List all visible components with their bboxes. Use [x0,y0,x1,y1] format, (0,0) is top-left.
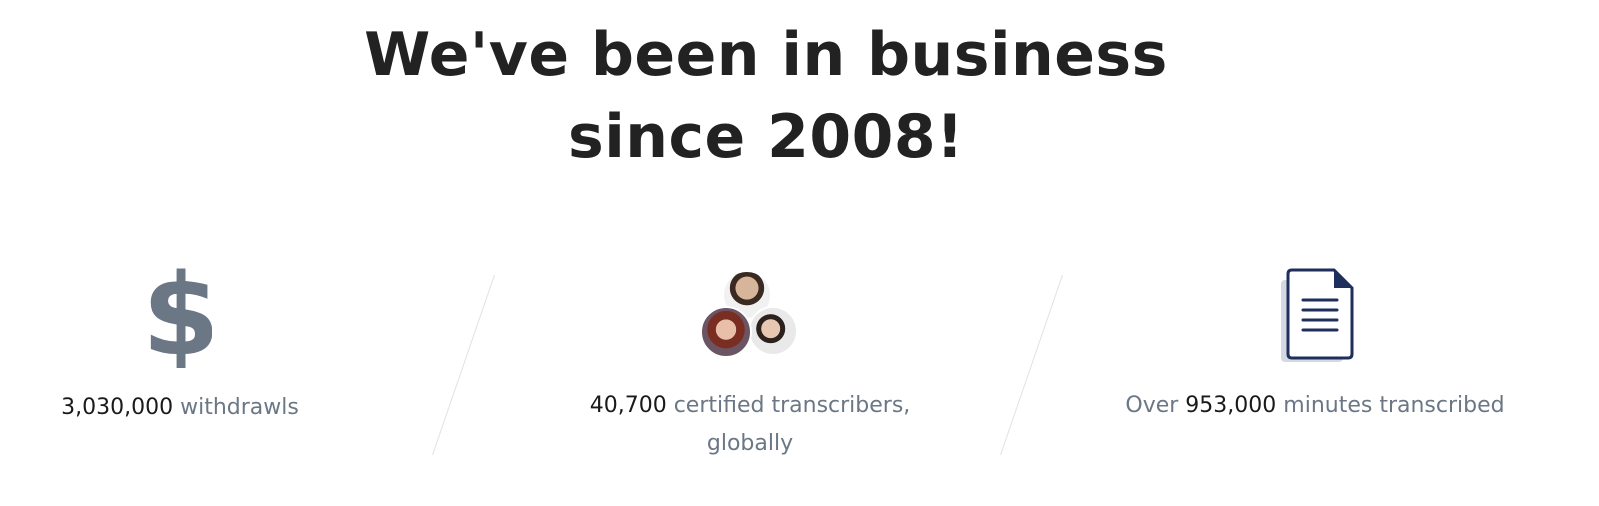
stat-transcribers-caption: 40,700 certified transcribers, globally [560,387,940,463]
headline-line-1: We've been in business [364,20,1168,90]
headline-line-2: since 2008! [568,102,964,172]
avatar-woman-right [748,306,798,356]
stat-minutes-caption: Over 953,000 minutes transcribed [1110,387,1520,425]
dollar-icon: $ [142,251,220,381]
stat-withdrawals-label: withdrawls [180,395,299,420]
stat-transcribers-label-line2: globally [706,431,794,456]
divider-2 [1000,275,1063,455]
avatars-icon [698,270,800,364]
page-title: We've been in business since 2008! [0,14,1532,178]
stat-withdrawals-number: 3,030,000 [61,395,174,420]
stat-transcribers-label: certified transcribers, [673,393,911,418]
document-icon [1278,266,1360,366]
avatar-woman-left [700,306,752,358]
stat-minutes-label: minutes transcribed [1283,393,1505,418]
stat-minutes-number: 953,000 [1185,393,1277,418]
stat-withdrawals-caption: 3,030,000 withdrawls [40,389,320,427]
svg-text:$: $ [150,258,212,368]
stat-transcribers-number: 40,700 [589,393,667,418]
divider-1 [432,275,495,455]
stat-minutes-prefix: Over [1125,393,1179,418]
